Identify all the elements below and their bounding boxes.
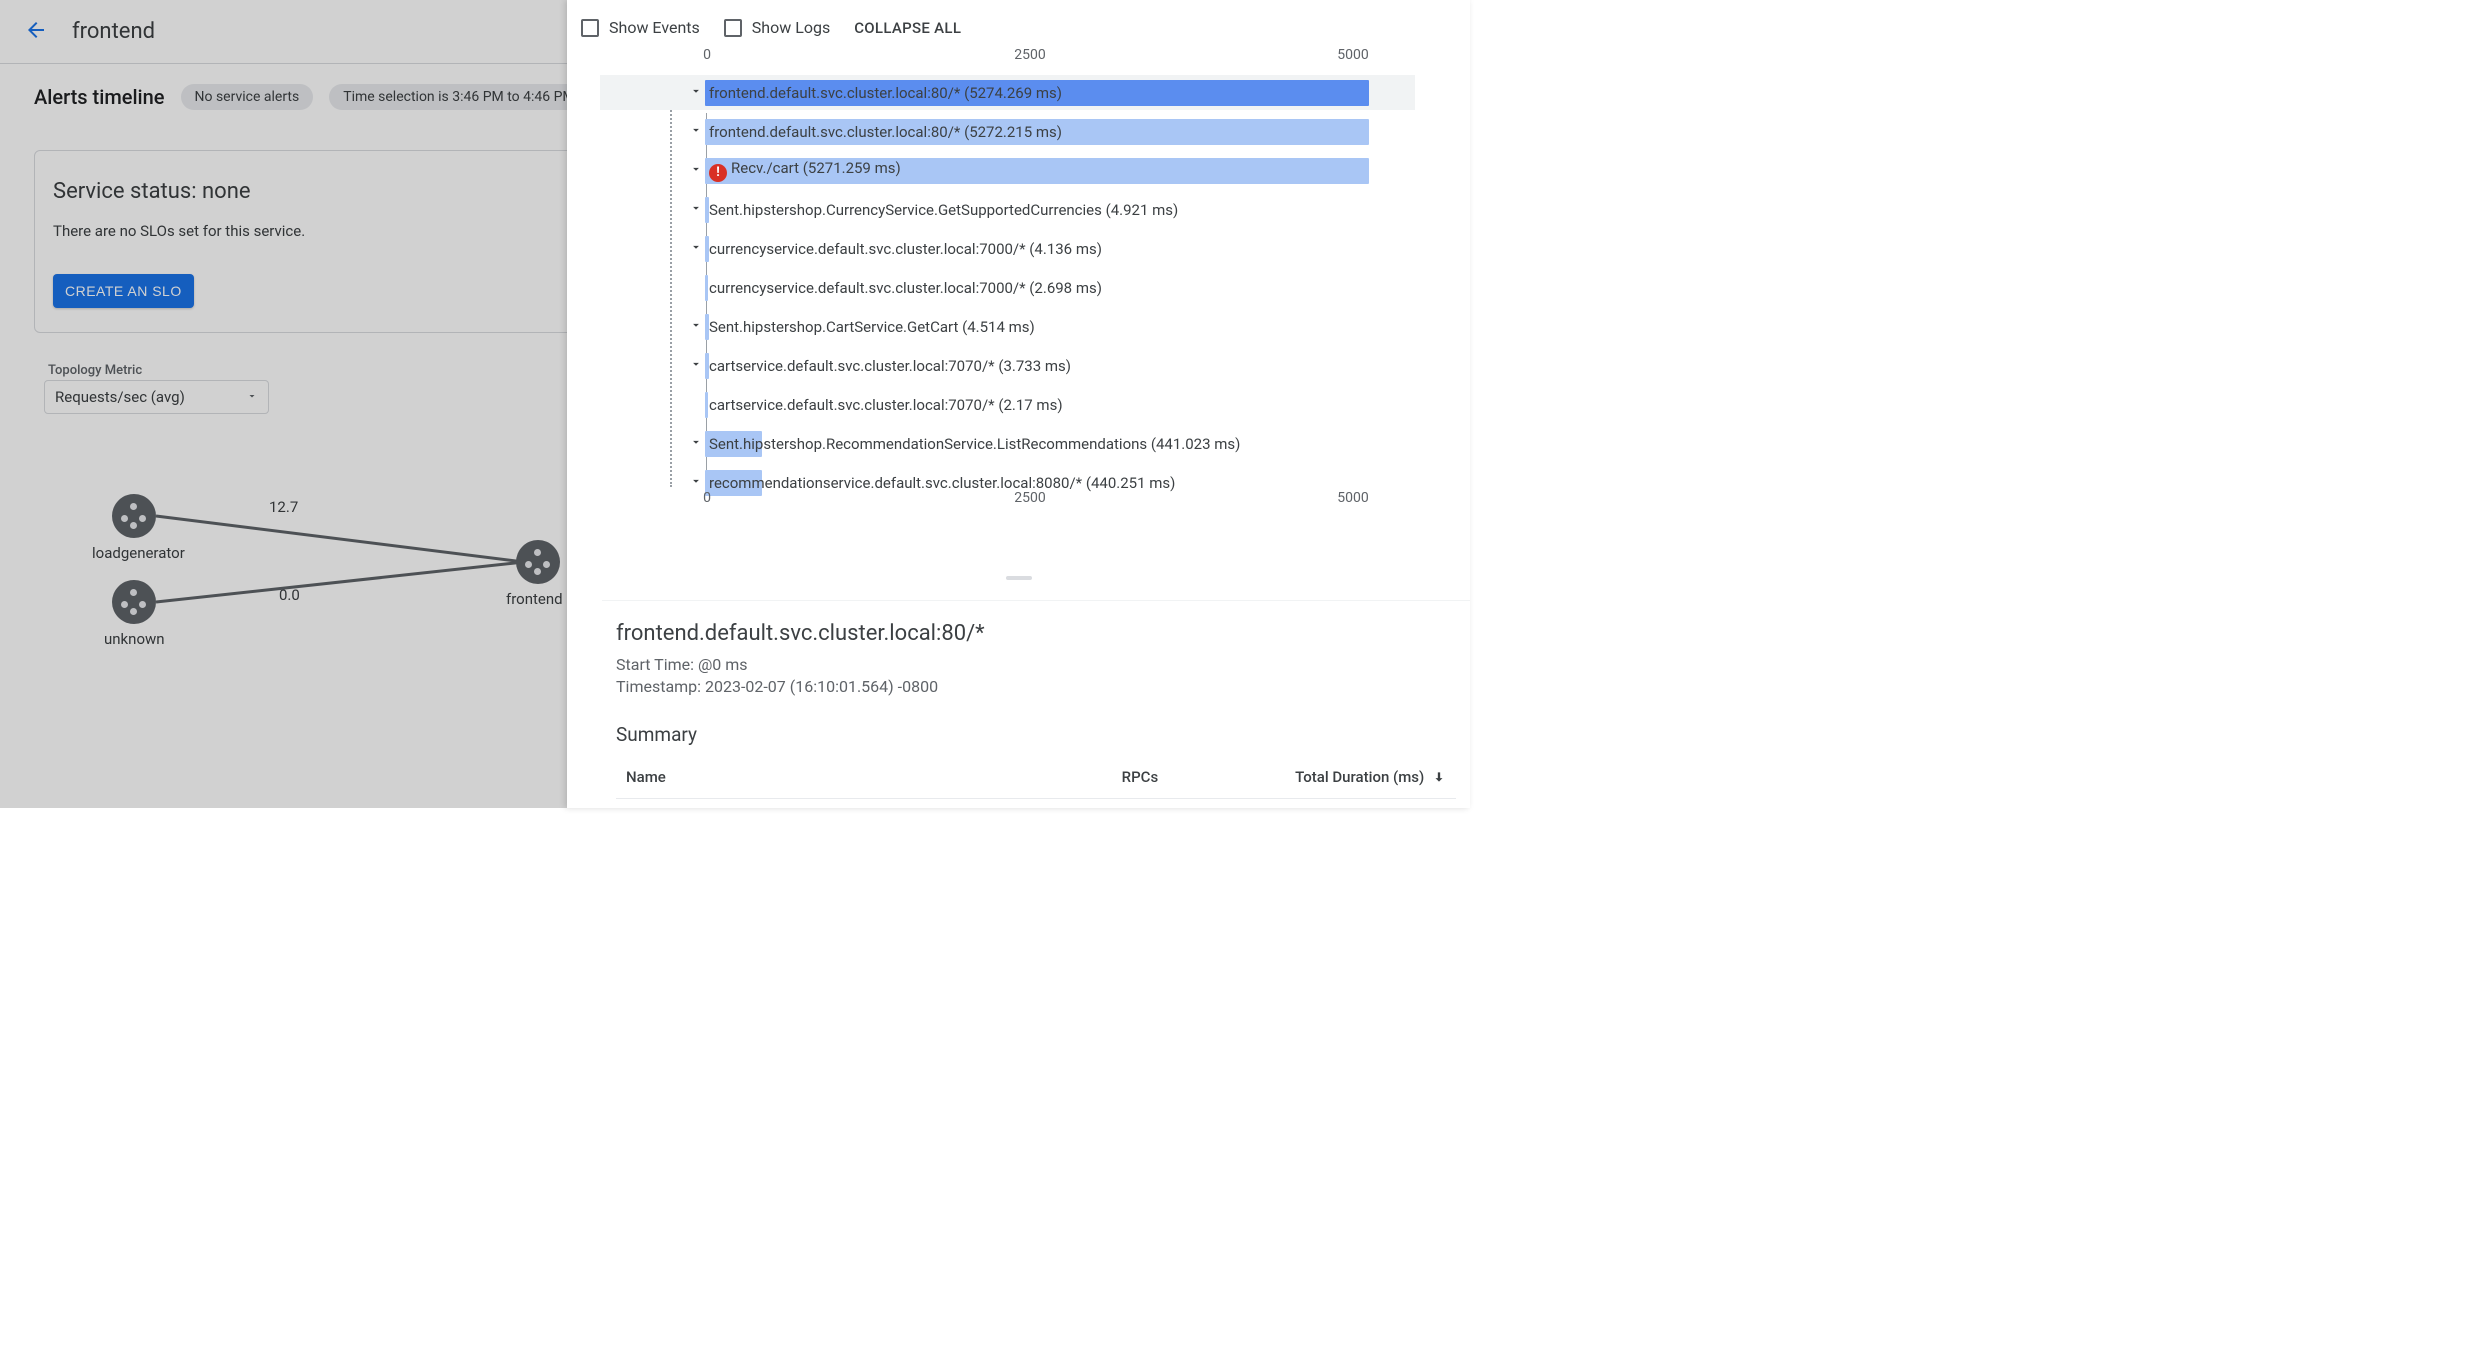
back-arrow-icon[interactable] xyxy=(24,18,48,46)
topology-node-loadgenerator-label: loadgenerator xyxy=(92,544,185,562)
panel-resize-handle[interactable] xyxy=(1006,576,1032,580)
trace-waterfall: 0 2500 5000 frontend.default.svc.cluster… xyxy=(600,47,1470,497)
chevron-down-icon[interactable] xyxy=(686,318,706,336)
span-label: recommendationservice.default.svc.cluste… xyxy=(709,474,1175,492)
no-service-alerts-chip[interactable]: No service alerts xyxy=(181,84,314,110)
summary-table: Name RPCs Total Duration (ms) frontend.d… xyxy=(616,760,1456,808)
checkbox-icon xyxy=(581,19,599,37)
checkbox-icon xyxy=(724,19,742,37)
summary-col-name[interactable]: Name xyxy=(616,760,1073,799)
span-label: Sent.hipstershop.CurrencyService.GetSupp… xyxy=(709,201,1178,219)
waterfall-row[interactable]: recommendationservice.default.svc.cluste… xyxy=(600,465,1415,500)
waterfall-row[interactable]: !Recv./cart (5271.259 ms) xyxy=(600,153,1415,188)
edge-loadgenerator-frontend-label: 12.7 xyxy=(269,498,298,516)
axis-tick: 5000 xyxy=(1337,490,1368,506)
span-label: cartservice.default.svc.cluster.local:70… xyxy=(709,396,1063,414)
span-detail-card: frontend.default.svc.cluster.local:80/* … xyxy=(602,600,1470,808)
span-label: !Recv./cart (5271.259 ms) xyxy=(709,159,901,182)
waterfall-row[interactable]: frontend.default.svc.cluster.local:80/* … xyxy=(600,75,1415,110)
create-slo-button[interactable]: CREATE AN SLO xyxy=(53,274,194,308)
topology-metric-value: Requests/sec (avg) xyxy=(55,388,185,406)
chevron-down-icon[interactable] xyxy=(686,201,706,219)
topology-node-frontend[interactable] xyxy=(516,540,560,584)
time-selection-chip[interactable]: Time selection is 3:46 PM to 4:46 PM G xyxy=(329,84,601,110)
trace-detail-panel: Show Events Show Logs COLLAPSE ALL 0 250… xyxy=(567,0,1470,808)
topology-node-frontend-label: frontend xyxy=(506,590,563,608)
axis-tick: 2500 xyxy=(1014,490,1045,506)
show-logs-checkbox[interactable]: Show Logs xyxy=(724,18,830,37)
summary-heading: Summary xyxy=(616,723,1456,746)
span-label: frontend.default.svc.cluster.local:80/* … xyxy=(709,123,1062,141)
span-start-time: Start Time: @0 ms xyxy=(616,654,1456,676)
waterfall-row[interactable]: Sent.hipstershop.RecommendationService.L… xyxy=(600,426,1415,461)
chevron-down-icon xyxy=(246,388,258,406)
axis-tick: 5000 xyxy=(1337,47,1368,63)
waterfall-row[interactable]: cartservice.default.svc.cluster.local:70… xyxy=(600,348,1415,383)
summary-col-duration[interactable]: Total Duration (ms) xyxy=(1168,760,1456,799)
waterfall-row[interactable]: Sent.hipstershop.CurrencyService.GetSupp… xyxy=(600,192,1415,227)
waterfall-row[interactable]: cartservice.default.svc.cluster.local:70… xyxy=(600,387,1415,422)
span-bar[interactable] xyxy=(705,392,708,418)
waterfall-row[interactable]: frontend.default.svc.cluster.local:80/* … xyxy=(600,114,1415,149)
axis-tick: 2500 xyxy=(1014,47,1045,63)
span-bar[interactable] xyxy=(705,275,708,301)
waterfall-row[interactable]: currencyservice.default.svc.cluster.loca… xyxy=(600,270,1415,305)
chevron-down-icon[interactable] xyxy=(686,123,706,141)
page-title: frontend xyxy=(72,19,155,44)
axis-tick: 0 xyxy=(703,490,711,506)
span-label: currencyservice.default.svc.cluster.loca… xyxy=(709,279,1102,297)
summary-row[interactable]: frontend.default.svc.cluster.local:80/* … xyxy=(616,798,1456,808)
panel-toolbar: Show Events Show Logs COLLAPSE ALL xyxy=(567,0,1470,47)
chevron-down-icon[interactable] xyxy=(686,474,706,492)
summary-col-rpcs[interactable]: RPCs xyxy=(1073,760,1168,799)
span-label: Sent.hipstershop.CartService.GetCart (4.… xyxy=(709,318,1035,336)
waterfall-row[interactable]: currencyservice.default.svc.cluster.loca… xyxy=(600,231,1415,266)
span-label: frontend.default.svc.cluster.local:80/* … xyxy=(709,84,1062,102)
topology-node-loadgenerator[interactable] xyxy=(112,494,156,538)
error-icon: ! xyxy=(709,164,727,182)
topology-metric-select[interactable]: Requests/sec (avg) xyxy=(44,380,269,414)
chevron-down-icon[interactable] xyxy=(686,357,706,375)
span-detail-title: frontend.default.svc.cluster.local:80/* xyxy=(616,621,1456,646)
collapse-all-button[interactable]: COLLAPSE ALL xyxy=(854,19,961,37)
topology-node-unknown[interactable] xyxy=(112,580,156,624)
waterfall-rows: frontend.default.svc.cluster.local:80/* … xyxy=(600,75,1415,500)
show-events-checkbox[interactable]: Show Events xyxy=(581,18,700,37)
edge-unknown-frontend-label: 0.0 xyxy=(279,586,300,604)
span-timestamp: Timestamp: 2023-02-07 (16:10:01.564) -08… xyxy=(616,676,1456,698)
topology-node-unknown-label: unknown xyxy=(104,630,165,648)
span-label: Sent.hipstershop.RecommendationService.L… xyxy=(709,435,1240,453)
span-label: currencyservice.default.svc.cluster.loca… xyxy=(709,240,1102,258)
summary-row-rpcs: 2 xyxy=(1073,798,1168,808)
alerts-timeline-title: Alerts timeline xyxy=(34,85,165,109)
chevron-down-icon[interactable] xyxy=(686,84,706,102)
chevron-down-icon[interactable] xyxy=(686,240,706,258)
span-label: cartservice.default.svc.cluster.local:70… xyxy=(709,357,1071,375)
sort-desc-icon xyxy=(1428,768,1446,786)
axis-tick: 0 xyxy=(703,47,711,63)
waterfall-row[interactable]: Sent.hipstershop.CartService.GetCart (4.… xyxy=(600,309,1415,344)
show-events-label: Show Events xyxy=(609,18,700,37)
chevron-down-icon[interactable] xyxy=(686,162,706,180)
summary-row-duration: 10,546.484 xyxy=(1168,798,1456,808)
show-logs-label: Show Logs xyxy=(752,18,830,37)
summary-row-name: frontend.default.svc.cluster.local:80/* xyxy=(616,798,1073,808)
chevron-down-icon[interactable] xyxy=(686,435,706,453)
